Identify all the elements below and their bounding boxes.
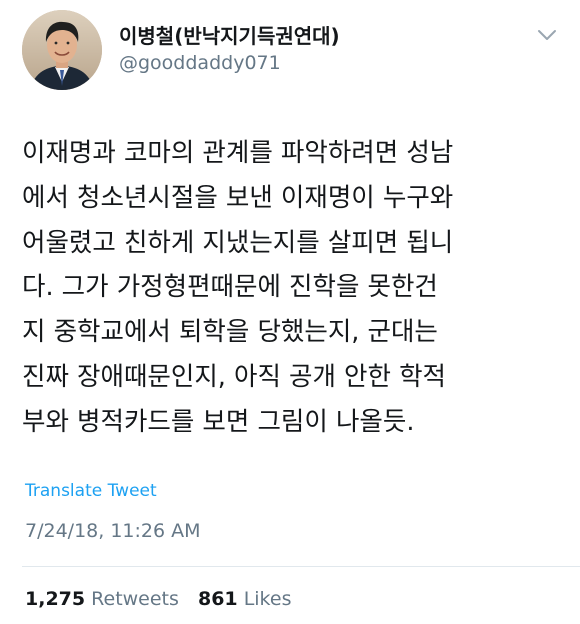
tweet-line: 부와 병적카드를 보면 그림이 나올듯. bbox=[22, 406, 415, 437]
tweet-line: 다. 그가 가정형편때문에 진학을 못한건 bbox=[22, 272, 438, 303]
tweet-line: 어울렸고 친하게 지냈는지를 살피면 됩니 bbox=[22, 227, 454, 258]
tweet-line: 지 중학교에서 퇴학을 당했는지, 군대는 bbox=[22, 317, 438, 348]
divider bbox=[22, 566, 580, 567]
avatar[interactable] bbox=[22, 10, 102, 90]
tweet-line: 이재명과 코마의 관계를 파악하려면 성남 bbox=[22, 138, 454, 168]
retweets-count: 1,275 bbox=[25, 588, 86, 610]
tweet-line: 진짜 장애때문인지, 아직 공개 안한 학적 bbox=[22, 361, 446, 392]
chevron-down-icon[interactable] bbox=[536, 27, 558, 43]
tweet-line: 에서 청소년시절을 보낸 이재명이 누구와 bbox=[22, 182, 454, 213]
retweets-label: Retweets bbox=[91, 588, 179, 610]
avatar-image bbox=[22, 10, 102, 90]
retweets-stat[interactable]: 1,275 Retweets bbox=[25, 588, 179, 610]
tweet-text: 이재명과 코마의 관계를 파악하려면 성남 에서 청소년시절을 보낸 이재명이 … bbox=[22, 131, 570, 445]
tweet-timestamp[interactable]: 7/24/18, 11:26 AM bbox=[25, 520, 201, 542]
tweet-header: 이병철(반낙지기득권연대) @gooddaddy071 bbox=[0, 0, 580, 100]
likes-label: Likes bbox=[243, 588, 292, 610]
engagement-stats: 1,275 Retweets 861 Likes bbox=[25, 588, 304, 610]
likes-count: 861 bbox=[197, 588, 238, 610]
translate-tweet-link[interactable]: Translate Tweet bbox=[25, 481, 157, 501]
user-handle[interactable]: @gooddaddy071 bbox=[119, 52, 281, 74]
display-name[interactable]: 이병철(반낙지기득권연대) bbox=[119, 20, 340, 49]
likes-stat[interactable]: 861 Likes bbox=[198, 588, 292, 610]
